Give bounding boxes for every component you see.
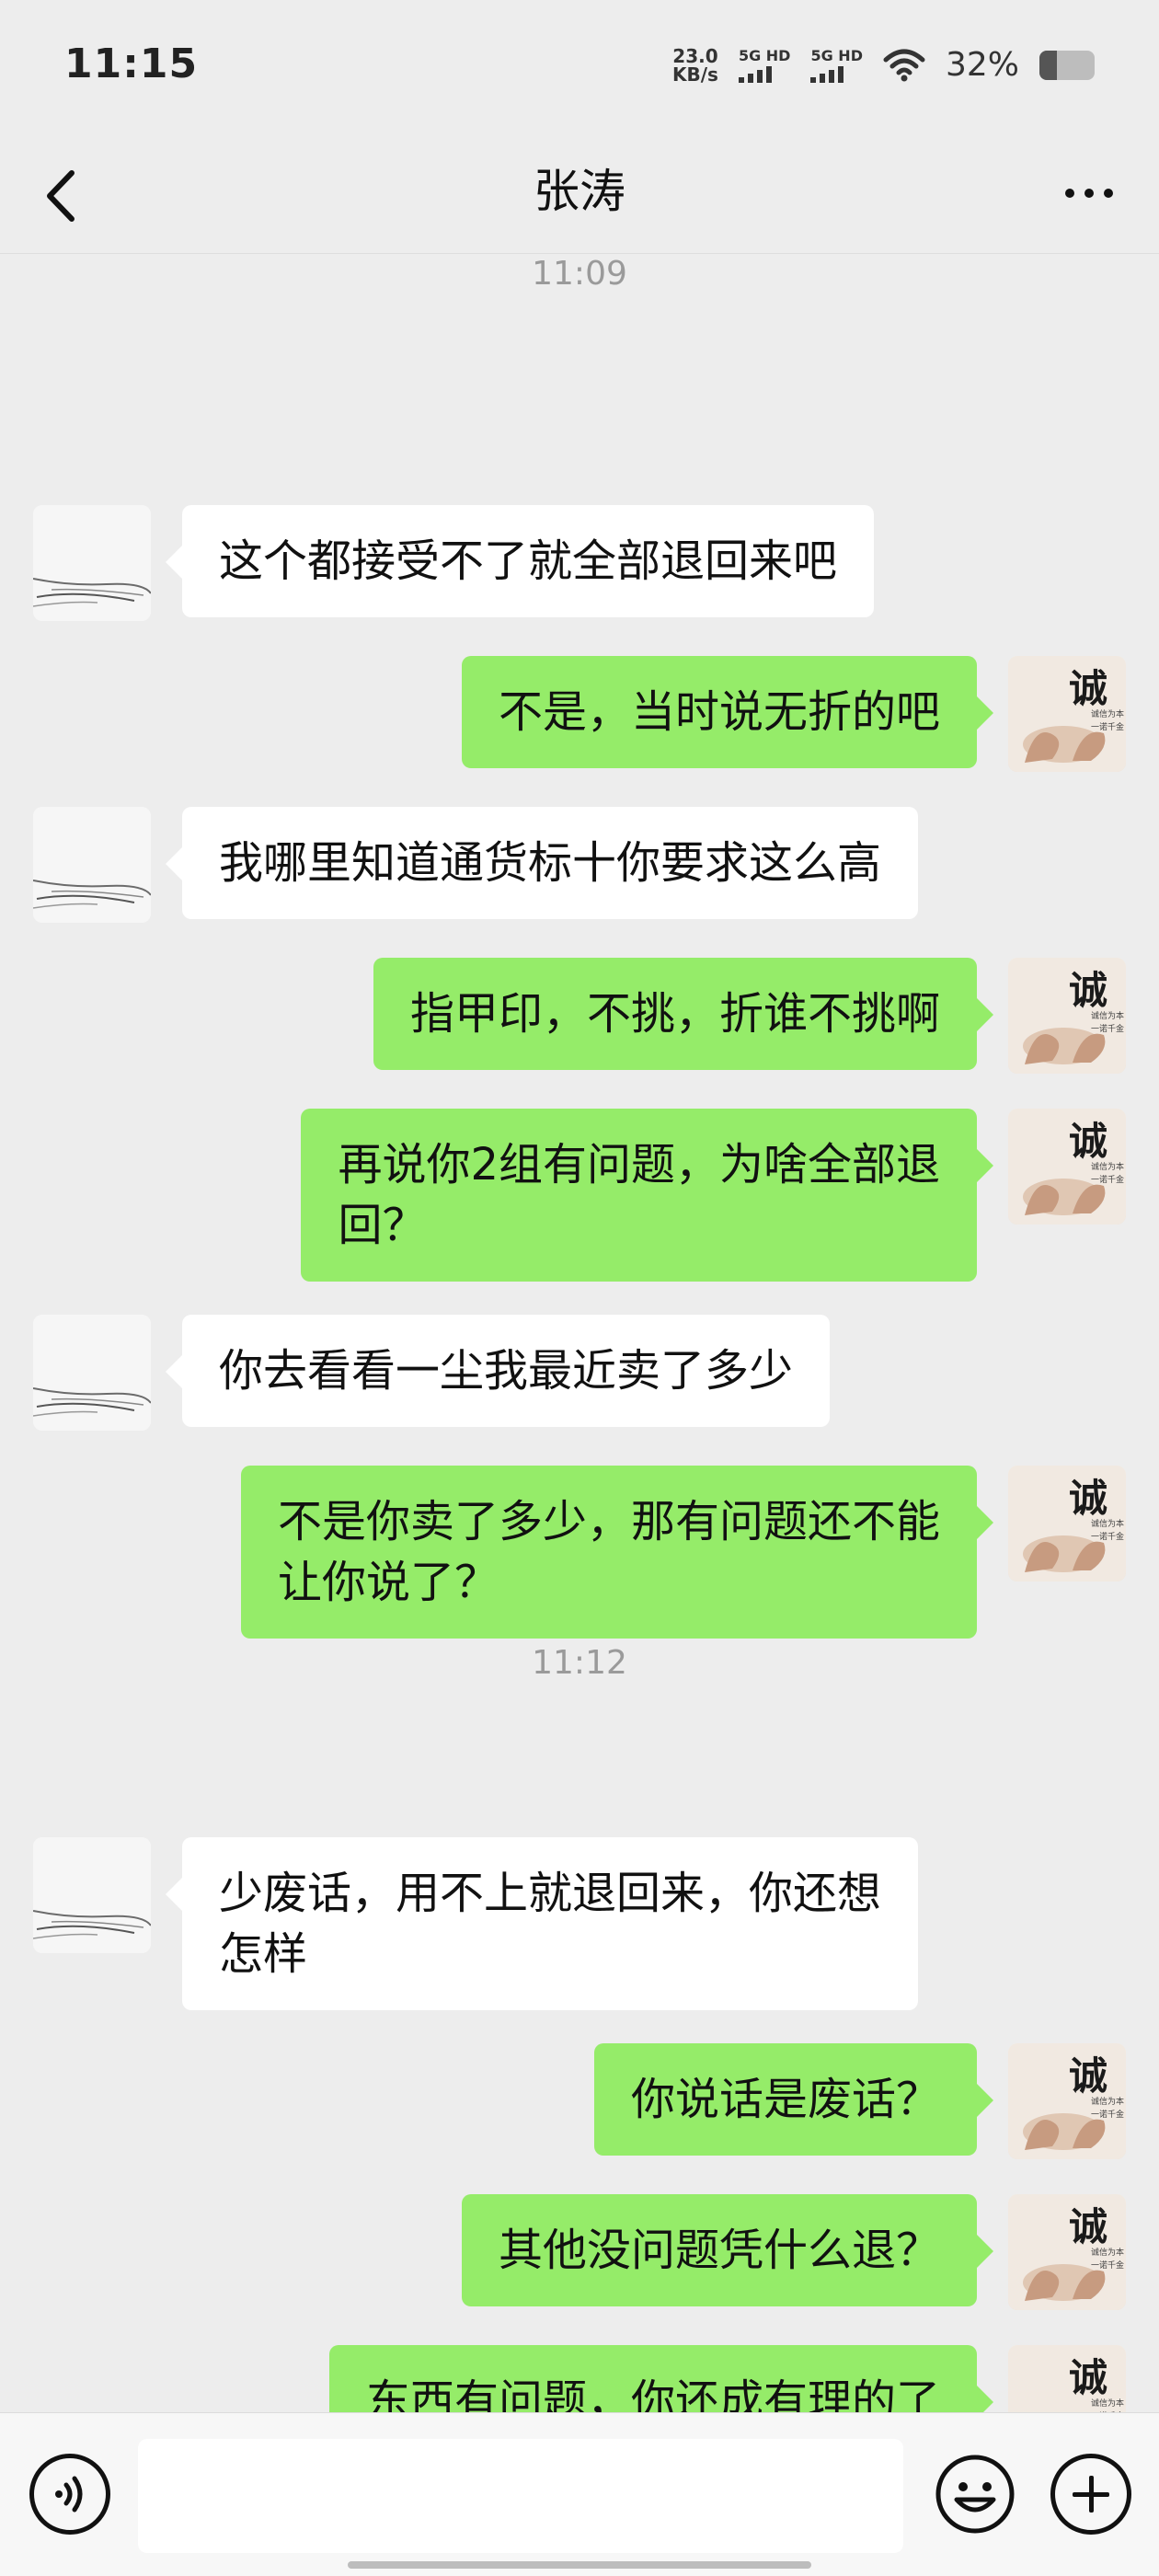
message-row-other: 少废话，用不上就退回来，你还想 怎样 [0,1837,1159,2010]
contact-avatar[interactable] [33,1315,151,1431]
sim2-signal-icon: 5G HD [810,46,863,83]
chat-screen: 11:15 23.0 KB/s 5G HD 5G HD 32% 张涛 11:09… [0,0,1159,2576]
network-speed-unit: KB/s [672,63,718,86]
message-row-self: 诚诚信为本 一诺千金 其他没问题凭什么退？ [0,2194,1159,2310]
network-speed-value: 23.0 [672,44,718,67]
svg-text:一诺千金: 一诺千金 [1091,1531,1124,1542]
message-row-other: 这个都接受不了就全部退回来吧 [0,505,1159,621]
battery-level-fill [1039,50,1058,80]
emoji-icon [935,2455,1015,2534]
svg-text:诚信为本: 诚信为本 [1091,2096,1124,2107]
message-bubble[interactable]: 你说话是废话？ [593,2043,994,2156]
self-avatar[interactable]: 诚诚信为本一诺千金 [1008,2194,1126,2310]
svg-text:诚: 诚 [1069,2204,1107,2249]
svg-text:一诺千金: 一诺千金 [1091,2260,1124,2271]
wifi-icon [883,49,925,81]
battery-icon [1039,50,1095,80]
self-avatar[interactable]: 诚诚信为本一诺千金 [1008,1466,1126,1581]
message-row-self: 诚诚信为本 一诺千金 不是，当时说无折的吧 [0,656,1159,772]
more-horizontal-icon [1065,189,1074,198]
message-row-self: 诚诚信为本 一诺千金 再说你2组有问题，为啥全部退 回？ [0,1109,1159,1282]
chat-header: 张涛 [0,138,1159,254]
chat-timestamp: 11:09 [0,255,1159,310]
message-bubble[interactable]: 不是，当时说无折的吧 [461,656,994,768]
self-avatar[interactable]: 诚诚信为本一诺千金 [1008,1109,1126,1225]
input-bar [0,2412,1159,2576]
svg-text:诚信为本: 诚信为本 [1091,1161,1124,1172]
svg-text:一诺千金: 一诺千金 [1091,1023,1124,1034]
self-avatar[interactable]: 诚诚信为本一诺千金 [1008,958,1126,1074]
chat-title: 张涛 [534,165,625,218]
svg-text:一诺千金: 一诺千金 [1091,2109,1124,2120]
message-input[interactable] [138,2439,903,2553]
svg-text:诚信为本: 诚信为本 [1091,1010,1124,1021]
svg-text:诚: 诚 [1069,2053,1107,2099]
message-bubble[interactable]: 不是你卖了多少，那有问题还不能 让你说了？ [240,1466,994,1639]
self-avatar[interactable]: 诚诚信为本一诺千金 [1008,2043,1126,2159]
svg-text:诚: 诚 [1069,968,1107,1013]
emoji-button[interactable] [935,2454,1016,2535]
message-row-other: 我哪里知道通货标十你要求这么高 [0,807,1159,923]
sim1-signal-icon: 5G HD [738,46,791,83]
message-bubble[interactable]: 再说你2组有问题，为啥全部退 回？ [301,1109,993,1282]
more-options-button[interactable] [1052,175,1126,212]
message-row-self: 诚诚信为本 一诺千金 你说话是废话？ [0,2043,1159,2159]
status-icons: 23.0 KB/s 5G HD 5G HD 32% [672,46,1095,84]
message-bubble[interactable]: 少废话，用不上就退回来，你还想 怎样 [165,1837,919,2010]
svg-text:诚信为本: 诚信为本 [1091,2398,1124,2409]
message-bubble[interactable]: 这个都接受不了就全部退回来吧 [165,505,875,617]
plus-button[interactable] [1050,2454,1131,2535]
message-row-self: 诚诚信为本一诺千金东西有问题，你还成有理的了 [0,2345,1159,2412]
svg-text:一诺千金: 一诺千金 [1091,1174,1124,1185]
svg-text:诚信为本: 诚信为本 [1091,2247,1124,2258]
message-row-self: 诚诚信为本 一诺千金 不是你卖了多少，那有问题还不能 让你说了？ [0,1466,1159,1639]
message-bubble[interactable]: 指甲印，不挑，折谁不挑啊 [373,958,994,1070]
sim2-label: 5G HD [810,46,863,64]
contact-avatar[interactable] [33,1837,151,1953]
chat-timestamp: 11:12 [0,1644,1159,1699]
status-bar: 11:15 23.0 KB/s 5G HD 5G HD 32% [0,0,1159,138]
message-bubble[interactable]: 东西有问题，你还成有理的了 [328,2345,994,2412]
svg-text:诚: 诚 [1069,1119,1107,1164]
message-bubble[interactable]: 其他没问题凭什么退？ [461,2194,994,2306]
self-avatar[interactable]: 诚诚信为本一诺千金 [1008,656,1126,772]
message-row-self: 诚诚信为本 一诺千金 指甲印，不挑，折谁不挑啊 [0,958,1159,1074]
svg-text:一诺千金: 一诺千金 [1091,721,1124,732]
sim1-label: 5G HD [738,46,791,64]
voice-button[interactable] [29,2454,110,2535]
message-bubble[interactable]: 你去看看一尘我最近卖了多少 [165,1315,831,1427]
voice-icon [55,2476,83,2513]
battery-percent: 32% [945,46,1019,84]
contact-avatar[interactable] [33,807,151,923]
svg-text:诚: 诚 [1069,2355,1107,2400]
timestamp-text: 11:12 [532,1644,627,1682]
svg-text:诚: 诚 [1069,666,1107,711]
contact-avatar[interactable] [33,505,151,621]
svg-text:诚信为本: 诚信为本 [1091,708,1124,719]
message-list[interactable]: 诚诚信为本一诺千金?11:09这个都接受不了就全部退回来吧诚诚信为本一诺千金不是… [0,255,1159,2412]
status-time: 11:15 [64,40,199,87]
network-speed: 23.0 KB/s [672,47,718,84]
message-bubble[interactable]: 我哪里知道通货标十你要求这么高 [165,807,919,919]
timestamp-text: 11:09 [532,255,627,293]
home-indicator[interactable] [348,2561,811,2569]
svg-text:诚: 诚 [1069,1476,1107,1521]
svg-text:诚信为本: 诚信为本 [1091,1518,1124,1529]
self-avatar[interactable]: 诚诚信为本一诺千金 [1008,2345,1126,2412]
message-row-other: 你去看看一尘我最近卖了多少 [0,1315,1159,1431]
